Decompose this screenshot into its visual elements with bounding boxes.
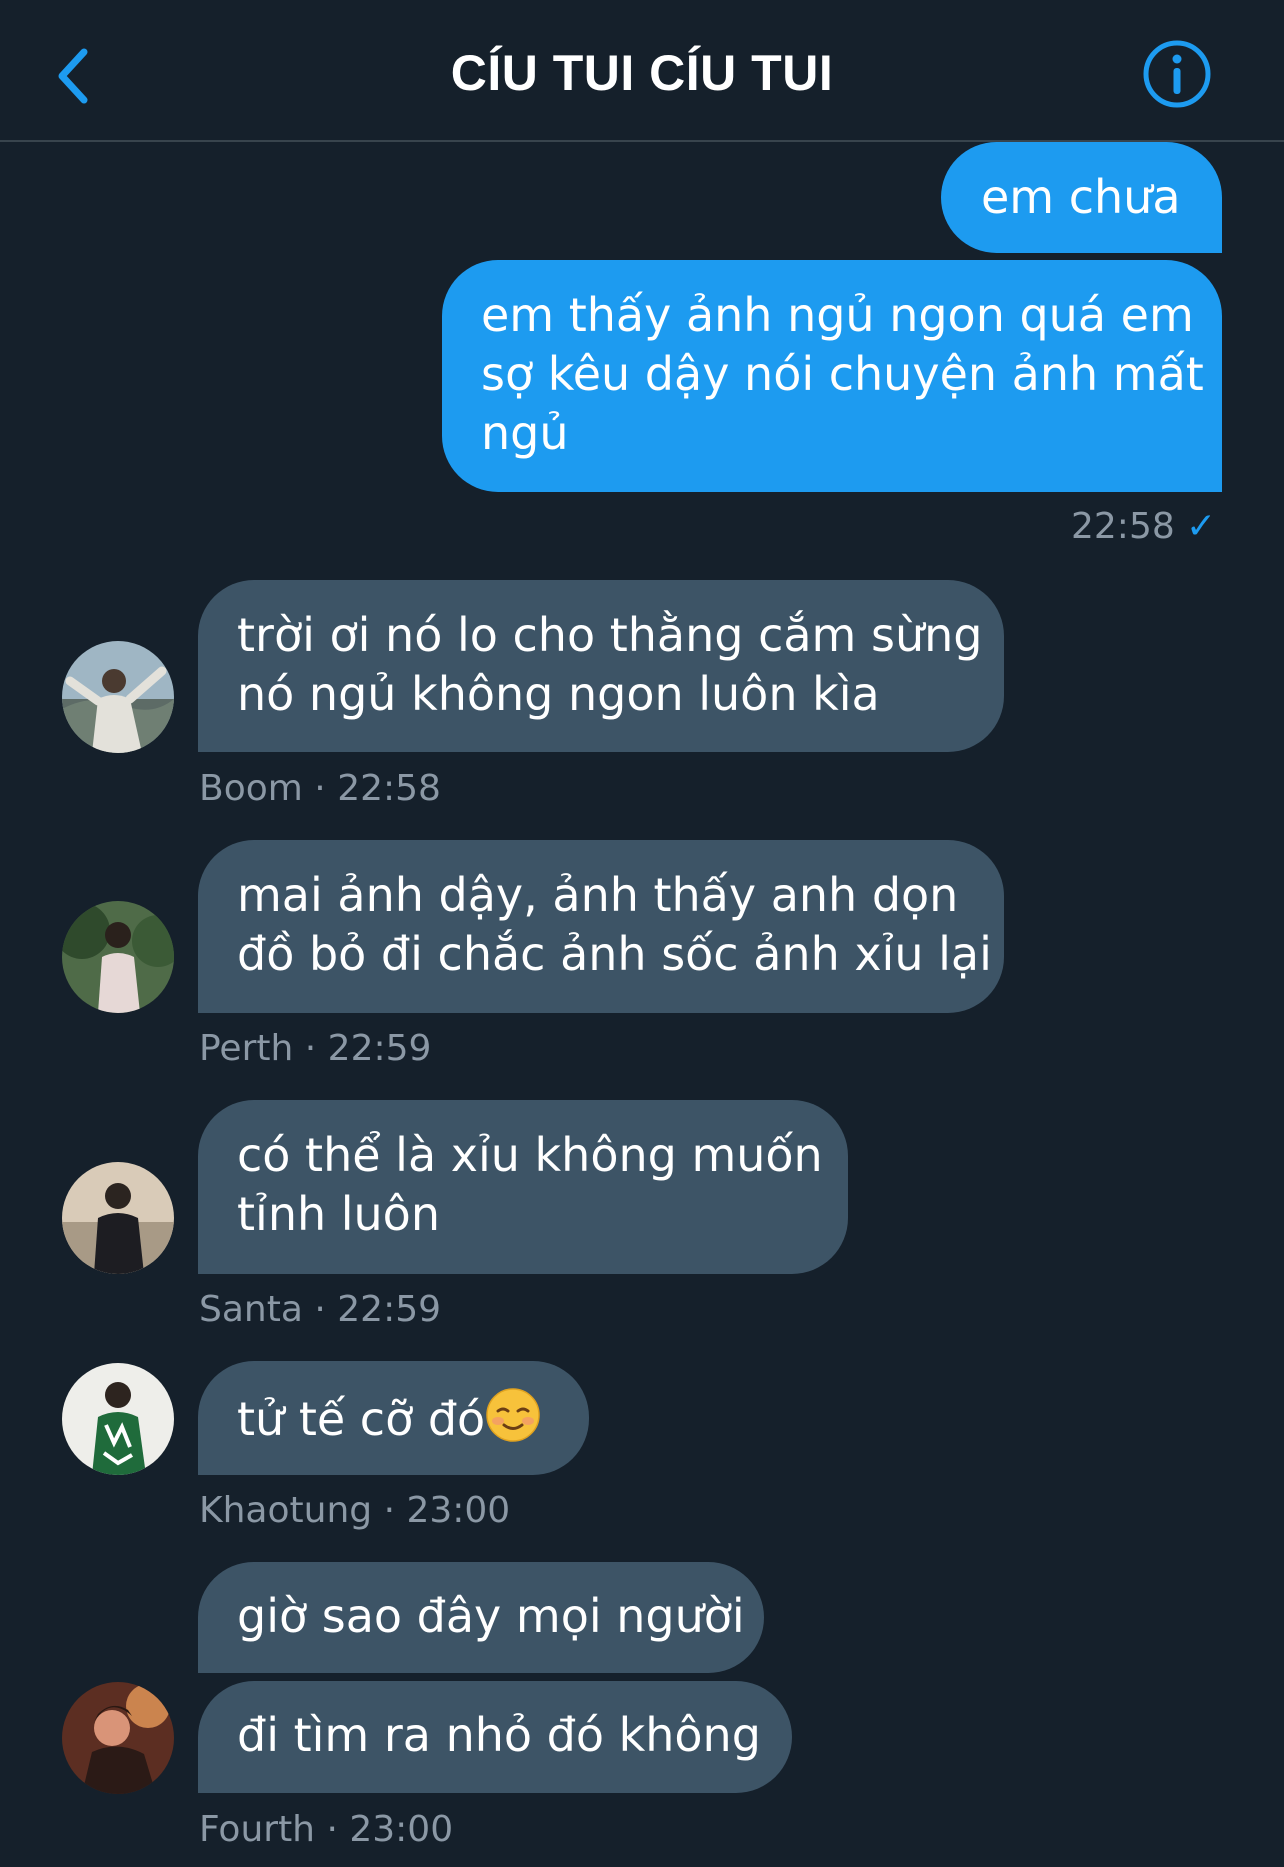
message-time: 23:00 bbox=[349, 1809, 454, 1850]
avatar-khaotung[interactable] bbox=[62, 1363, 174, 1475]
info-circle-icon bbox=[1143, 40, 1211, 108]
message-time: 22:59 bbox=[327, 1028, 432, 1069]
sender-name: Perth bbox=[199, 1028, 294, 1069]
incoming-message[interactable]: có thể là xỉu không muốn tỉnh luôn bbox=[198, 1100, 848, 1274]
message-text: tử tế cỡ đó bbox=[237, 1392, 486, 1446]
message-line: nó ngủ không ngon luôn kìa bbox=[237, 667, 880, 721]
avatar-boom[interactable] bbox=[62, 641, 174, 753]
message-line: đồ bỏ đi chắc ảnh sốc ảnh xỉu lại bbox=[237, 927, 992, 981]
message-text: em chưa bbox=[981, 170, 1181, 224]
message-meta: Santa · 22:59 bbox=[199, 1289, 442, 1330]
message-meta: Fourth · 23:00 bbox=[199, 1809, 454, 1850]
sender-name: Khaotung bbox=[199, 1490, 373, 1531]
message-time: 22:58 bbox=[337, 768, 441, 809]
message-line: có thể là xỉu không muốn bbox=[237, 1128, 823, 1182]
message-text: giờ sao đây mọi người bbox=[237, 1589, 745, 1643]
incoming-message[interactable]: mai ảnh dậy, ảnh thấy anh dọn đồ bỏ đi c… bbox=[198, 840, 1004, 1013]
conversation-info-button[interactable] bbox=[1141, 38, 1213, 110]
smiling-face-icon bbox=[485, 1387, 541, 1457]
incoming-message[interactable]: tử tế cỡ đó bbox=[198, 1361, 589, 1475]
read-checkmark-icon: ✓ bbox=[1186, 506, 1217, 547]
message-line: em thấy ảnh ngủ ngon quá em bbox=[481, 288, 1194, 342]
message-line: ngủ bbox=[481, 406, 569, 460]
message-line: mai ảnh dậy, ảnh thấy anh dọn bbox=[237, 868, 959, 922]
message-meta: Perth · 22:59 bbox=[199, 1028, 432, 1069]
message-line: tỉnh luôn bbox=[237, 1187, 440, 1241]
message-meta: Boom · 22:58 bbox=[199, 768, 441, 809]
outgoing-message[interactable]: em thấy ảnh ngủ ngon quá em sợ kêu dậy n… bbox=[442, 260, 1222, 492]
sender-name: Santa bbox=[199, 1289, 303, 1330]
avatar-fourth[interactable] bbox=[62, 1682, 174, 1794]
outgoing-timestamp: 22:58 bbox=[1071, 505, 1175, 549]
avatar-perth[interactable] bbox=[62, 901, 174, 1013]
sender-name: Fourth bbox=[199, 1809, 315, 1850]
avatar-santa[interactable] bbox=[62, 1162, 174, 1274]
message-time: 22:58 bbox=[1071, 506, 1175, 547]
message-line: sợ kêu dậy nói chuyện ảnh mất bbox=[481, 347, 1204, 401]
conversation-header: CÍU TUI CÍU TUI bbox=[0, 0, 1284, 142]
incoming-message[interactable]: trời ơi nó lo cho thằng cắm sừng nó ngủ … bbox=[198, 580, 1004, 752]
incoming-message[interactable]: đi tìm ra nhỏ đó không bbox=[198, 1681, 792, 1793]
outgoing-message[interactable]: em chưa bbox=[941, 142, 1222, 253]
conversation-title: CÍU TUI CÍU TUI bbox=[450, 45, 834, 101]
message-line: trời ơi nó lo cho thằng cắm sừng bbox=[237, 608, 983, 662]
message-text: đi tìm ra nhỏ đó không bbox=[237, 1708, 761, 1762]
message-time: 23:00 bbox=[406, 1490, 511, 1531]
message-time: 22:59 bbox=[337, 1289, 442, 1330]
message-meta: Khaotung · 23:00 bbox=[199, 1490, 511, 1531]
incoming-message[interactable]: giờ sao đây mọi người bbox=[198, 1562, 764, 1673]
sender-name: Boom bbox=[199, 768, 303, 809]
